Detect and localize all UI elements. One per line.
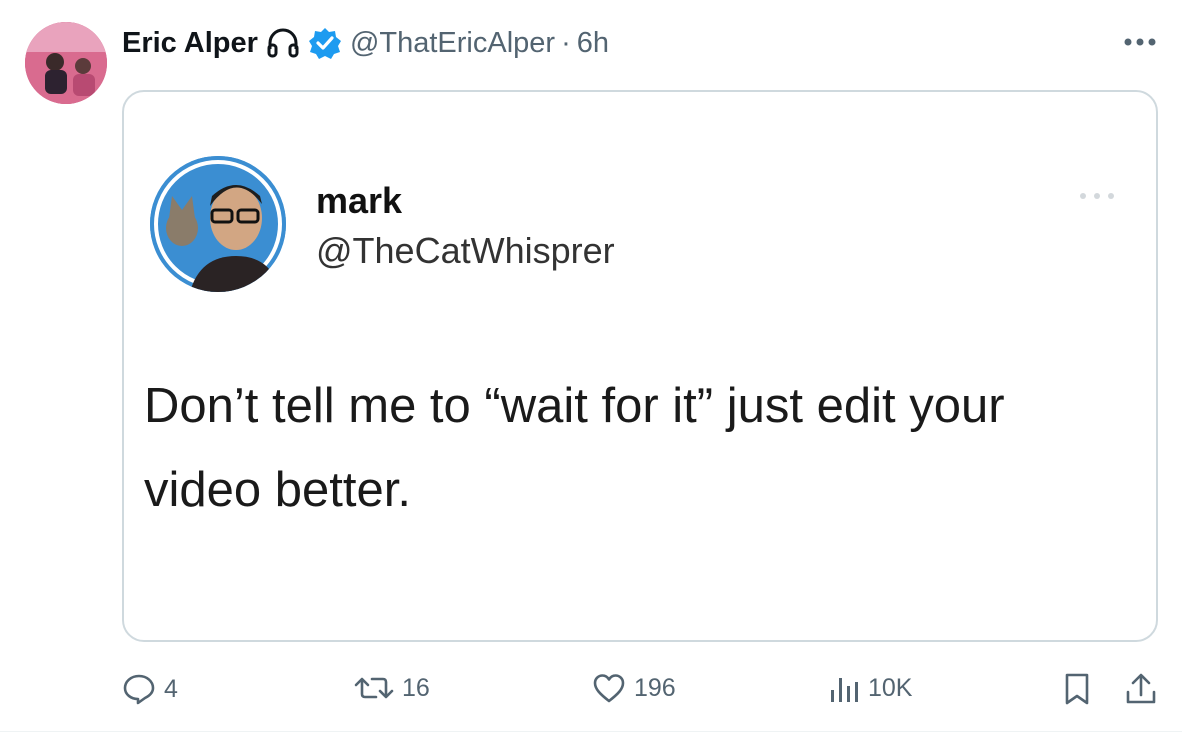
views-count: 10K: [868, 673, 913, 702]
quoted-avatar: [150, 156, 286, 292]
headphones-icon: [266, 27, 300, 59]
views-button[interactable]: 10K: [828, 672, 912, 704]
author-avatar[interactable]: [25, 22, 107, 104]
avatar-photo: [25, 22, 107, 104]
quoted-avatar-photo: [150, 156, 286, 292]
bookmark-button[interactable]: [1062, 672, 1092, 706]
reply-button[interactable]: 4: [122, 672, 178, 706]
like-count: 196: [634, 673, 676, 702]
quoted-more-icon: [1074, 188, 1120, 204]
author-handle[interactable]: @ThatEricAlper: [350, 27, 555, 60]
reply-icon: [123, 674, 155, 705]
share-icon: [1126, 673, 1156, 704]
retweet-icon: [354, 677, 394, 699]
share-button[interactable]: [1124, 672, 1158, 706]
verified-badge-icon[interactable]: [308, 26, 342, 60]
tweet-media-card[interactable]: mark @TheCatWhisprer Don’t tell me to “w…: [122, 90, 1158, 642]
divider: [0, 731, 1182, 732]
bookmark-icon: [1065, 673, 1089, 705]
like-button[interactable]: 196: [592, 672, 676, 704]
quoted-handle: @TheCatWhisprer: [316, 230, 615, 271]
more-button[interactable]: [1120, 30, 1160, 54]
reply-count: 4: [164, 674, 178, 703]
retweet-count: 16: [402, 673, 430, 702]
quoted-name: mark: [316, 180, 403, 221]
more-icon: [1124, 38, 1156, 46]
action-bar: 4 16 196 10K: [0, 664, 1182, 714]
heart-icon: [593, 674, 625, 703]
quoted-text: Don’t tell me to “wait for it” just edit…: [144, 379, 1005, 517]
timestamp[interactable]: 6h: [577, 27, 609, 60]
tweet-header: Eric Alper @ThatEricAlper · 6h: [122, 22, 609, 64]
separator-dot: ·: [561, 26, 571, 59]
retweet-button[interactable]: 16: [354, 672, 430, 704]
author-name[interactable]: Eric Alper: [122, 27, 258, 60]
views-chart-icon: [831, 678, 858, 702]
